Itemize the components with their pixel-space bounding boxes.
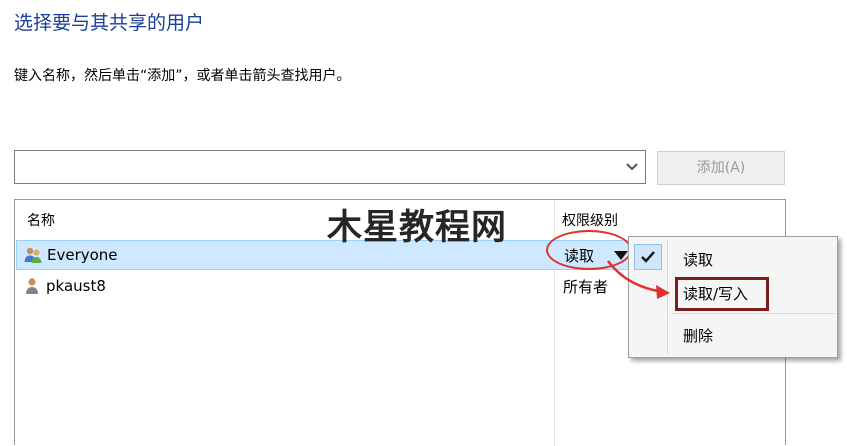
menu-item-delete[interactable]: 删除 [683, 325, 713, 346]
group-users-icon [24, 247, 42, 263]
user-combobox[interactable] [14, 150, 646, 184]
column-header-name[interactable]: 名称 [27, 210, 55, 230]
page-title: 选择要与其共享的用户 [14, 12, 205, 34]
user-row-name: pkaust8 [46, 277, 106, 295]
add-button[interactable]: 添加(A) [657, 151, 785, 185]
annotation-arrow-icon [607, 260, 670, 299]
watermark: 木星教程网 [327, 208, 508, 248]
menu-separator [671, 313, 835, 314]
user-row-name: Everyone [47, 246, 118, 264]
menu-item-read[interactable]: 读取 [683, 249, 713, 270]
user-icon [26, 278, 38, 294]
chevron-down-icon[interactable] [625, 159, 639, 175]
column-header-permission[interactable]: 权限级别 [562, 210, 618, 230]
annotation-highlight-box [675, 277, 769, 311]
instruction-text: 键入名称，然后单击“添加”，或者单击箭头查找用户。 [14, 68, 351, 84]
user-name-input[interactable] [15, 151, 615, 183]
